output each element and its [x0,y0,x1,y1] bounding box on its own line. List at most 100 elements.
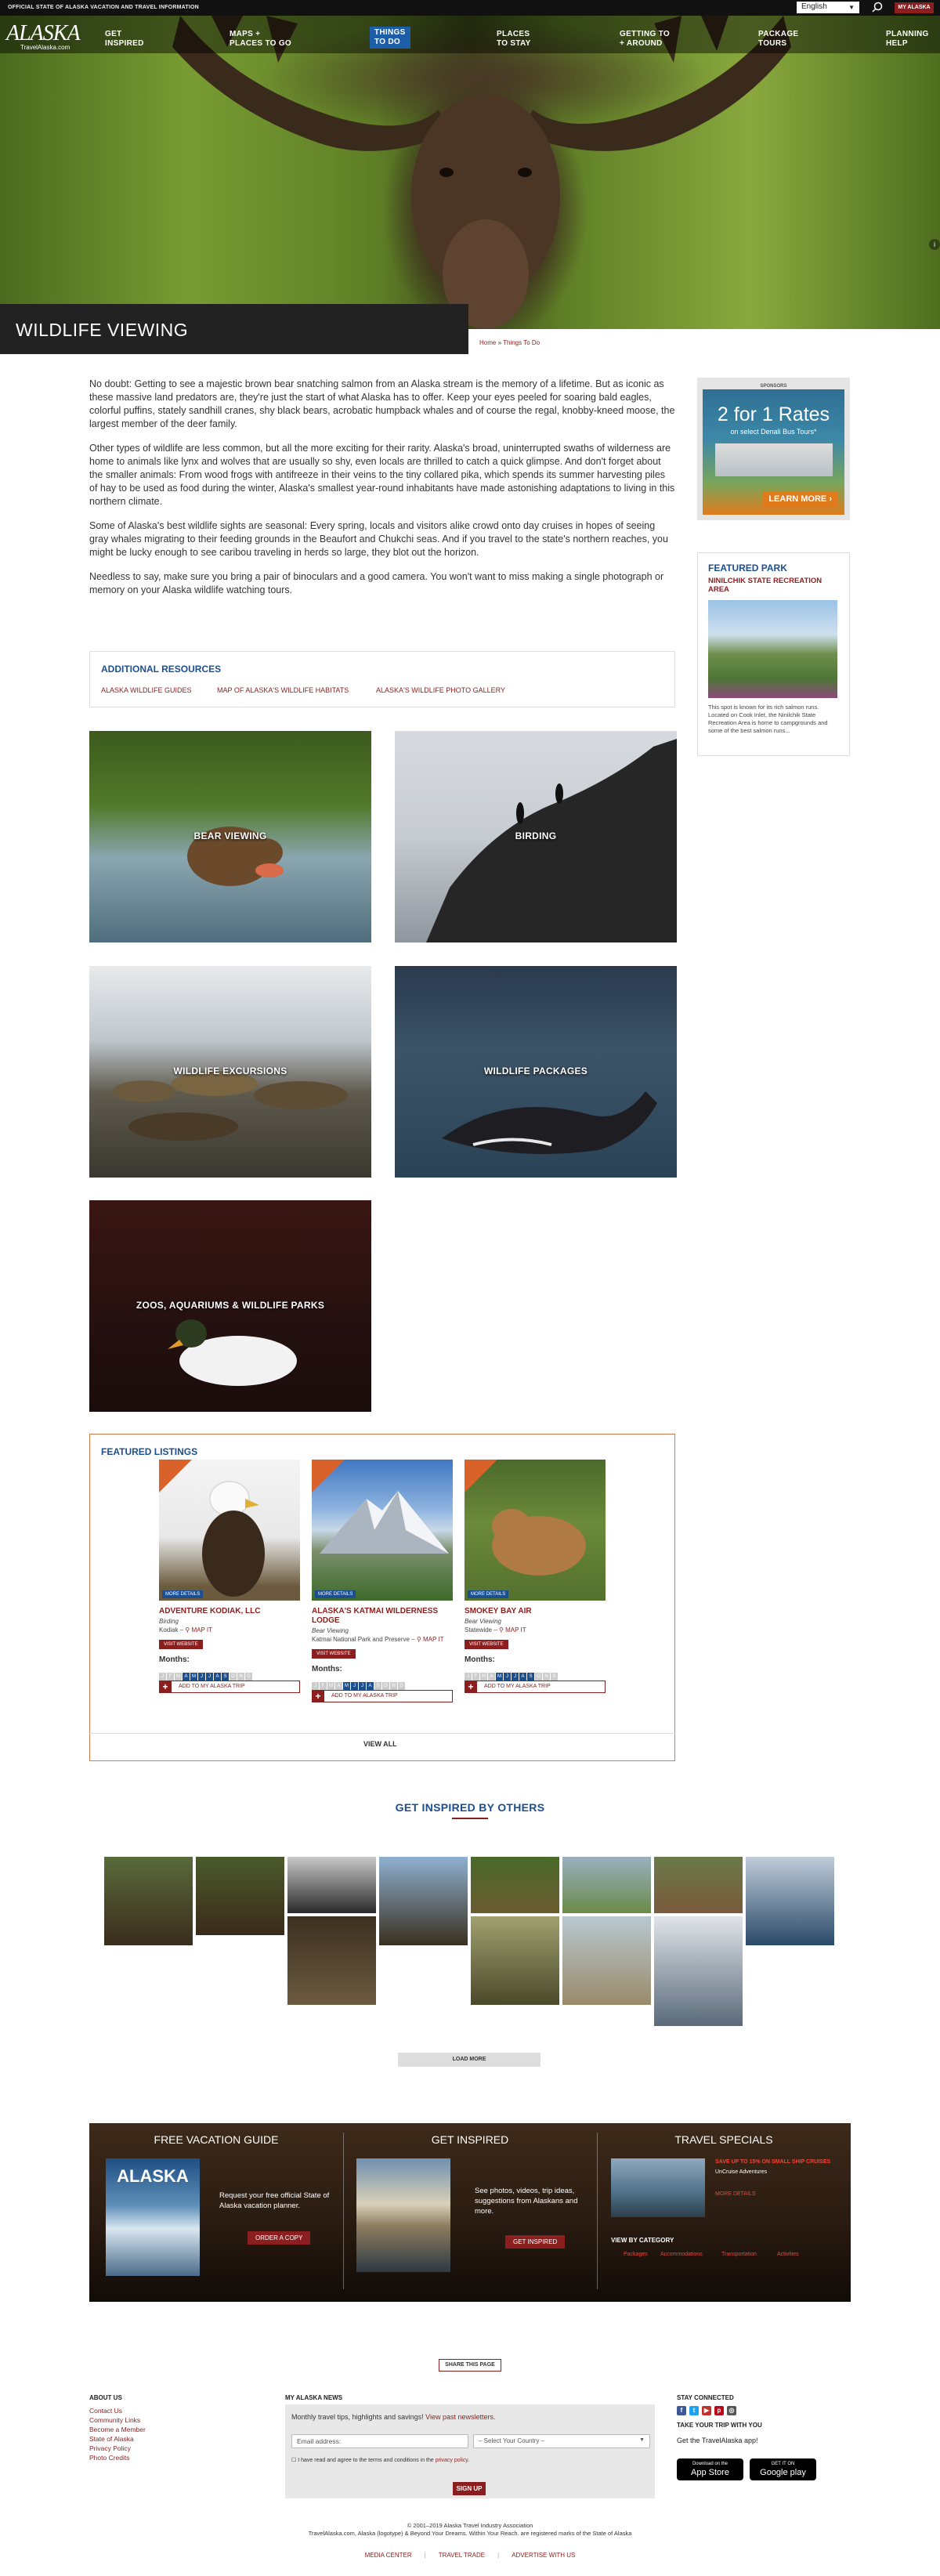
nav-places-to-stay[interactable]: PLACES TO STAY [497,30,531,49]
get-inspired-image[interactable] [356,2158,450,2272]
country-select[interactable]: – Select Your Country – ▼ [473,2434,650,2448]
media-center-link[interactable]: MEDIA CENTER [352,2552,425,2559]
month-cell: A [519,1673,526,1681]
month-cell: N [543,1673,550,1681]
app-store-badge[interactable]: Download on the App Store [677,2458,743,2480]
month-cell: A [488,1673,495,1681]
footer-link[interactable]: Photo Credits [89,2453,130,2462]
travel-special-more-link[interactable]: MORE DETAILS [715,2191,756,2197]
get-inspired-button[interactable]: GET INSPIRED [505,2235,566,2249]
travel-special-offer[interactable]: SAVE UP TO 15% ON SMALL SHIP CRUISES [715,2159,841,2165]
visit-website-button[interactable]: VISIT WEBSITE [465,1640,508,1649]
travel-special-image[interactable] [611,2158,705,2217]
gallery-photo[interactable] [746,1857,834,1945]
map-it-link[interactable]: ⚲ MAP IT [417,1636,444,1643]
gallery-photo[interactable] [562,1916,651,2005]
gallery-photo[interactable] [654,1916,743,2026]
facebook-icon[interactable]: f [677,2406,686,2415]
youtube-icon[interactable]: ▶ [702,2406,711,2415]
language-select[interactable]: English ▼ [797,2,859,13]
email-field[interactable]: Email address: [291,2434,468,2448]
travel-trade-link[interactable]: TRAVEL TRADE [426,2552,497,2559]
my-alaska-button[interactable]: MY ALASKA [895,2,934,13]
tile-wildlife-packages[interactable]: WILDLIFE PACKAGES [395,966,677,1178]
resource-link[interactable]: ALASKA'S WILDLIFE PHOTO GALLERY [376,686,505,694]
add-to-trip-button[interactable]: + ADD TO MY ALASKA TRIP [312,1690,453,1702]
gallery-photo[interactable] [562,1857,651,1913]
map-it-link[interactable]: ⚲ MAP IT [185,1626,212,1634]
gallery-photo[interactable] [287,1857,376,1913]
more-details-button[interactable]: MORE DETAILS [315,1590,356,1598]
listing-category: Birding [159,1618,179,1625]
gallery-photo[interactable] [654,1857,743,1913]
more-details-button[interactable]: MORE DETAILS [162,1590,204,1598]
gallery-photo[interactable] [471,1916,559,2005]
category-link[interactable]: Accommodations [660,2252,703,2257]
guide-cover-image[interactable]: ALASKA [106,2158,200,2276]
month-cell: J [504,1673,511,1681]
map-it-link[interactable]: ⚲ MAP IT [499,1626,526,1634]
gallery-photo[interactable] [379,1857,468,1945]
tile-bear-viewing[interactable]: BEAR VIEWING [89,731,371,942]
nav-maps-places[interactable]: MAPS + PLACES TO GO [230,30,291,49]
footer-link[interactable]: State of Alaska [89,2434,134,2444]
past-newsletters-link[interactable]: View past newsletters. [425,2413,495,2421]
category-link[interactable]: Activities [777,2252,799,2257]
twitter-icon[interactable]: t [689,2406,699,2415]
privacy-policy-link[interactable]: privacy policy. [436,2458,469,2463]
site-logo[interactable]: ALASKA TravelAlaska.com [6,23,81,52]
pinterest-icon[interactable]: p [714,2406,724,2415]
intro-paragraph: Other types of wildlife are less common,… [89,443,675,507]
info-icon[interactable]: i [929,239,940,250]
nav-getting-around[interactable]: GETTING TO + AROUND [620,30,670,49]
category-link[interactable]: Transportation [721,2252,757,2257]
gallery-photo[interactable] [287,1916,376,2005]
load-more-button[interactable]: LOAD MORE [398,2053,540,2067]
privacy-agree[interactable]: ☐ I have read and agree to the terms and… [291,2457,469,2463]
more-details-button[interactable]: MORE DETAILS [468,1590,509,1598]
listing-image[interactable]: MORE DETAILS [465,1460,606,1601]
resource-link[interactable]: ALASKA WILDLIFE GUIDES [101,686,192,694]
listing-image[interactable]: MORE DETAILS [159,1460,300,1601]
nav-things-to-do[interactable]: THINGS TO DO [370,27,410,49]
ad-learn-more-button[interactable]: LEARN MORE › [762,491,838,507]
share-page-button[interactable]: SHARE THIS PAGE [439,2359,501,2372]
featured-park-image[interactable] [708,600,837,698]
visit-website-button[interactable]: VISIT WEBSITE [312,1649,356,1659]
tile-birding[interactable]: BIRDING [395,731,677,942]
gallery-photo[interactable] [196,1857,284,1935]
plus-icon: + [465,1681,477,1693]
footer-link[interactable]: Community Links [89,2415,140,2425]
breadcrumb-current[interactable]: Things To Do [503,339,540,346]
search-icon[interactable] [871,1,884,13]
nav-package-tours[interactable]: PACKAGE TOURS [758,30,798,49]
featured-park-name[interactable]: NINILCHIK STATE RECREATION AREA [698,573,849,594]
footer-link[interactable]: Become a Member [89,2425,146,2434]
footer-link[interactable]: Privacy Policy [89,2444,131,2453]
sponsor-ad[interactable]: 2 for 1 Rates on select Denali Bus Tours… [703,389,844,515]
listing-image[interactable]: MORE DETAILS [312,1460,453,1601]
sign-up-button[interactable]: SIGN UP [453,2482,486,2495]
tile-wildlife-excursions[interactable]: WILDLIFE EXCURSIONS [89,966,371,1178]
breadcrumb-home[interactable]: Home [479,339,496,346]
gallery-photo[interactable] [104,1857,193,1945]
category-link[interactable]: Packages [624,2252,648,2257]
resource-link[interactable]: MAP OF ALASKA'S WILDLIFE HABITATS [217,686,349,694]
listing-name[interactable]: ADVENTURE KODIAK, LLC [159,1607,300,1616]
month-cell: J [512,1673,519,1681]
add-to-trip-button[interactable]: + ADD TO MY ALASKA TRIP [465,1681,606,1693]
add-to-trip-button[interactable]: + ADD TO MY ALASKA TRIP [159,1681,300,1693]
advertise-link[interactable]: ADVERTISE WITH US [499,2552,588,2559]
nav-get-inspired[interactable]: GET INSPIRED [105,30,144,49]
instagram-icon[interactable]: ◎ [727,2406,736,2415]
gallery-photo[interactable] [471,1857,559,1913]
listing-name[interactable]: ALASKA'S KATMAI WILDERNESS LODGE [312,1607,453,1626]
footer-link[interactable]: Contact Us [89,2406,122,2415]
google-play-badge[interactable]: GET IT ON Google play [750,2458,816,2480]
order-copy-button[interactable]: ORDER A COPY [248,2231,311,2245]
tile-zoos-aquariums[interactable]: ZOOS, AQUARIUMS & WILDLIFE PARKS [89,1200,371,1412]
view-all-link[interactable]: VIEW ALL [363,1740,397,1748]
listing-name[interactable]: SMOKEY BAY AIR [465,1607,606,1616]
visit-website-button[interactable]: VISIT WEBSITE [159,1640,203,1649]
nav-planning-help[interactable]: PLANNING HELP [886,30,929,49]
